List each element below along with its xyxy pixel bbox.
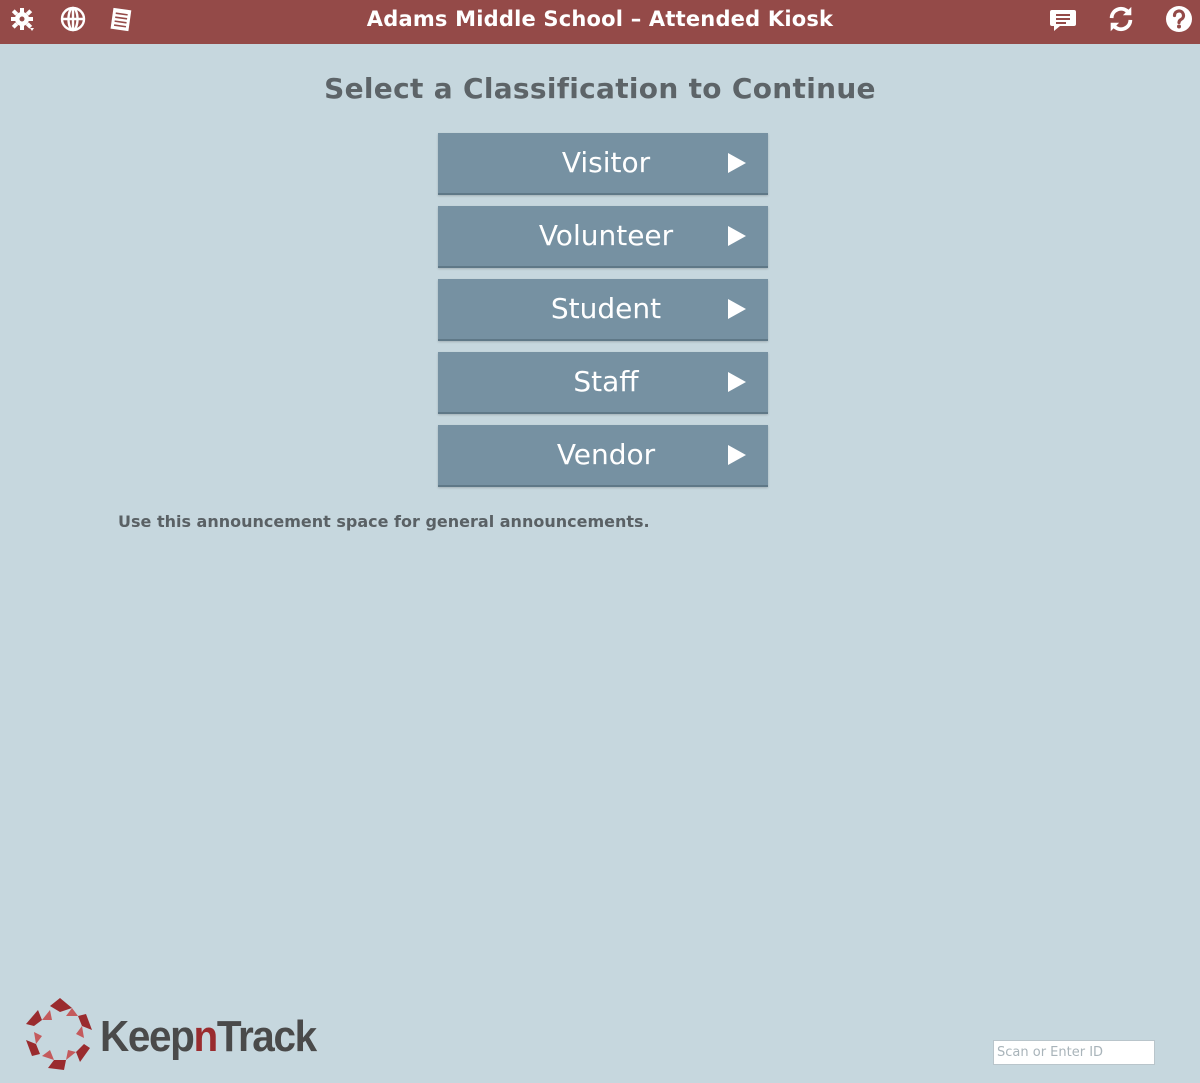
staff-button[interactable]: Staff xyxy=(438,352,768,414)
volunteer-button-label: Volunteer xyxy=(538,219,674,252)
refresh-icon[interactable] xyxy=(1106,4,1136,34)
message-icon[interactable] xyxy=(1048,4,1078,34)
play-arrow-icon xyxy=(728,445,746,465)
vendor-button[interactable]: Vendor xyxy=(438,425,768,487)
keepntrack-logo-text: KeepnTrack xyxy=(100,1012,317,1061)
scan-id-input[interactable] xyxy=(993,1040,1155,1065)
keepntrack-logo-mark-icon xyxy=(26,998,92,1070)
play-arrow-icon xyxy=(728,299,746,319)
classification-heading: Select a Classification to Continue xyxy=(324,72,876,105)
visitor-button[interactable]: Visitor xyxy=(438,133,768,195)
volunteer-button[interactable]: Volunteer xyxy=(438,206,768,268)
announcement-text: Use this announcement space for general … xyxy=(118,512,650,531)
top-bar: Adams Middle School – Attended Kiosk xyxy=(0,0,1200,44)
student-button-label: Student xyxy=(550,292,662,325)
play-arrow-icon xyxy=(728,372,746,392)
vendor-button-label: Vendor xyxy=(556,438,656,471)
staff-button-label: Staff xyxy=(573,365,639,398)
classification-list: Visitor Volunteer Student Staff Vendor xyxy=(438,133,768,498)
page-title: Adams Middle School – Attended Kiosk xyxy=(366,7,834,31)
help-icon[interactable] xyxy=(1164,4,1194,34)
visitor-button-label: Visitor xyxy=(561,146,651,179)
keepntrack-logo: KeepnTrack xyxy=(20,994,320,1074)
play-arrow-icon xyxy=(728,226,746,246)
play-arrow-icon xyxy=(728,153,746,173)
student-button[interactable]: Student xyxy=(438,279,768,341)
